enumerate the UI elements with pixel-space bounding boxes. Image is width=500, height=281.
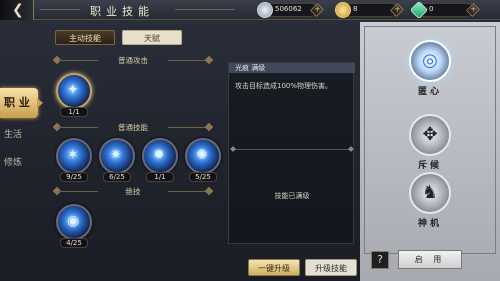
title-ornament-left xyxy=(40,9,80,10)
skill-normal-1[interactable]: ✶ 9/25 xyxy=(56,138,92,186)
section-normal-attack: 普通攻击 xyxy=(48,55,218,65)
skill-normal-4[interactable]: ✺ 5/25 xyxy=(185,138,221,186)
scout-mask-icon: ✥ xyxy=(409,114,451,156)
one-key-upgrade-button[interactable]: 一键升级 xyxy=(248,259,300,276)
school-name: 匿心 xyxy=(417,87,442,97)
section-normal-skills-label: 普通技能 xyxy=(118,123,148,132)
skill-icon: ✷ xyxy=(99,138,135,174)
tab-active-skills[interactable]: 主动技能 xyxy=(55,30,115,45)
diamond-ornament-icon xyxy=(204,55,214,65)
skill-normal-2[interactable]: ✷ 6/25 xyxy=(99,138,135,186)
tab-talent[interactable]: 天赋 xyxy=(122,30,182,45)
skill-level: 1/1 xyxy=(146,172,174,182)
add-jade-button[interactable]: + xyxy=(466,3,480,17)
skill-icon: ✦ xyxy=(56,73,92,109)
page-title: 职业技能 xyxy=(90,5,154,18)
upgrade-skill-button[interactable]: 升级技能 xyxy=(305,259,357,276)
school-panel: ◎ 匿心 ✥ 斥候 ♞ 神机 ? 启 用 xyxy=(360,22,500,281)
tab-career[interactable]: 职 业 xyxy=(0,88,43,118)
skill-icon: ✹ xyxy=(142,138,178,174)
game-screen: ❮ 职业技能 506062 + 8 + 0 + 职 业 生活 修炼 主动技能 天… xyxy=(0,0,500,281)
skill-normal-attack[interactable]: ✦ 1/1 xyxy=(56,73,92,121)
info-divider xyxy=(233,149,351,150)
add-gold-button[interactable]: + xyxy=(390,3,404,17)
skill-icon: ✺ xyxy=(185,138,221,174)
diamond-ornament-icon xyxy=(204,122,214,132)
skill-level: 1/1 xyxy=(60,107,88,117)
skill-icon: ◉ xyxy=(56,204,92,240)
max-level-text: 技能已满级 xyxy=(274,192,310,200)
school-shenji[interactable]: ♞ 神机 xyxy=(403,172,457,229)
skill-icon: ✶ xyxy=(56,138,92,174)
section-normal-attack-label: 普通攻击 xyxy=(118,56,148,65)
gold-currency: 8 + xyxy=(335,2,404,18)
section-ultimate: 绝技 xyxy=(48,186,218,196)
silver-currency: 506062 + xyxy=(257,2,324,18)
skill-level: 6/25 xyxy=(103,172,131,182)
spiral-eye-icon: ◎ xyxy=(409,40,451,82)
title-ornament-right xyxy=(175,9,235,10)
skill-level: 4/25 xyxy=(60,238,88,248)
skill-level: 9/25 xyxy=(60,172,88,182)
school-chihou[interactable]: ✥ 斥候 xyxy=(403,114,457,171)
school-name: 神机 xyxy=(417,219,442,229)
enable-button[interactable]: 启 用 xyxy=(398,250,462,269)
gold-ingot-icon xyxy=(335,2,351,18)
tab-life[interactable]: 生活 xyxy=(0,122,38,148)
jade-currency: 0 + xyxy=(409,0,480,20)
tab-training[interactable]: 修炼 xyxy=(0,150,38,176)
silver-coin-icon xyxy=(257,2,273,18)
silver-amount: 506062 xyxy=(275,5,302,13)
skill-panel: 主动技能 天赋 普通攻击 ✦ 1/1 普通技能 ✶ 9/25 ✷ 6/25 ✹ … xyxy=(40,22,222,280)
jade-gem-icon xyxy=(409,0,429,20)
skill-ultimate[interactable]: ◉ 4/25 xyxy=(56,204,92,252)
back-button[interactable]: ❮ xyxy=(0,0,34,20)
skill-normal-3[interactable]: ✹ 1/1 xyxy=(142,138,178,186)
gold-amount: 8 xyxy=(353,5,358,13)
skill-info-panel: 光痕 满级 攻击目标造成100%物理伤害。 技能已满级 xyxy=(228,62,355,244)
top-bar: ❮ 职业技能 506062 + 8 + 0 + xyxy=(0,0,500,20)
skill-level: 5/25 xyxy=(189,172,217,182)
school-nixin[interactable]: ◎ 匿心 xyxy=(373,36,483,97)
section-ultimate-label: 绝技 xyxy=(125,187,141,196)
mech-beast-icon: ♞ xyxy=(409,172,451,214)
help-button[interactable]: ? xyxy=(371,251,389,269)
skill-description: 攻击目标造成100%物理伤害。 xyxy=(235,82,333,90)
skill-info-title: 光痕 满级 xyxy=(229,63,355,73)
diamond-ornament-icon xyxy=(204,186,214,196)
school-name: 斥候 xyxy=(417,161,442,171)
back-arrow-icon: ❮ xyxy=(12,2,24,18)
add-silver-button[interactable]: + xyxy=(310,3,324,17)
section-normal-skills: 普通技能 xyxy=(48,122,218,132)
jade-amount: 0 xyxy=(429,5,434,13)
